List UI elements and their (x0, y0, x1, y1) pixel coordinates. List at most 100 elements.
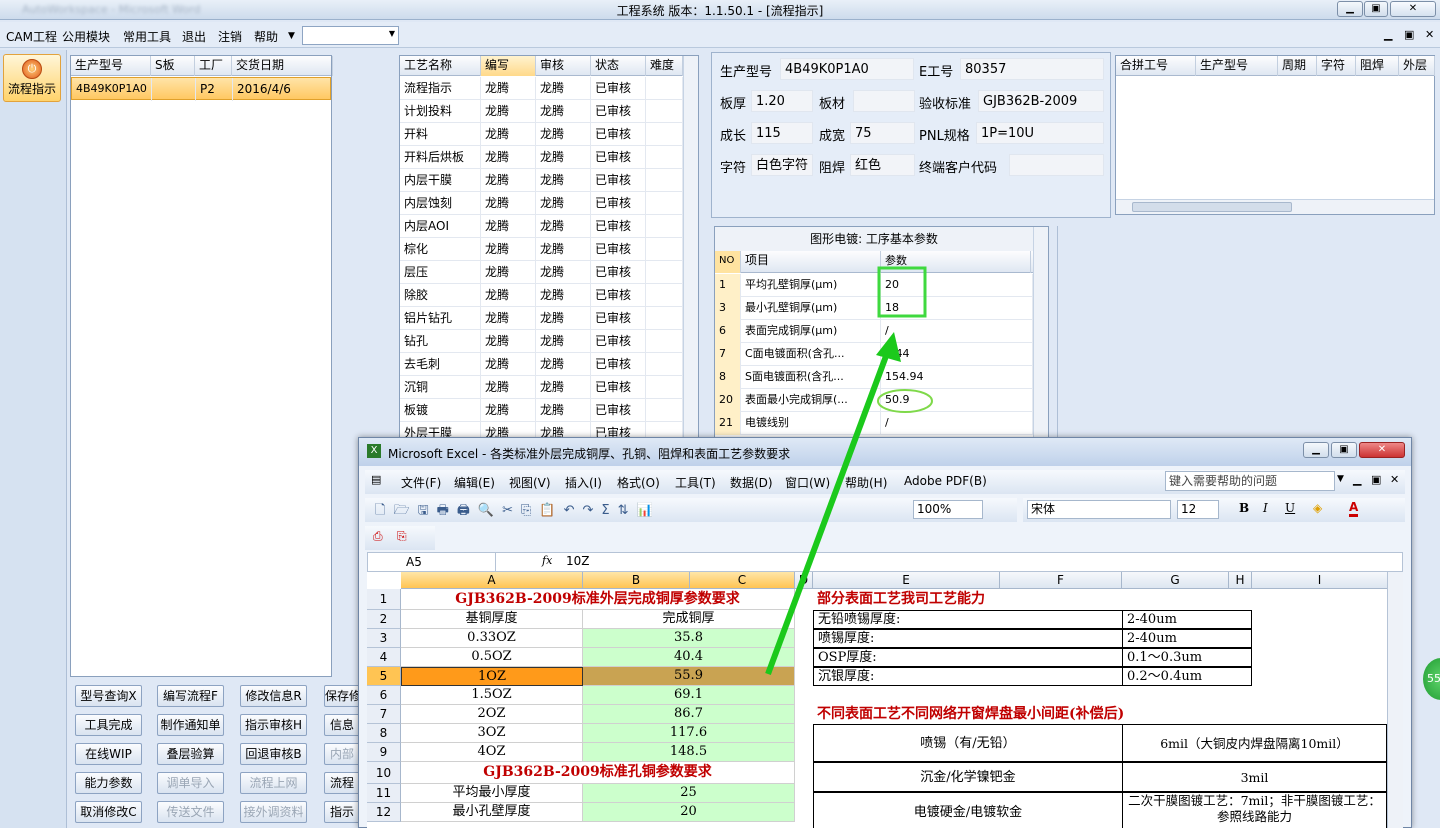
excel-menu-item[interactable]: 帮助(H) (845, 474, 887, 491)
row-header[interactable]: 9 (367, 743, 401, 762)
length-field[interactable]: 115 (751, 122, 813, 144)
close-button[interactable]: ✕ (1390, 1, 1436, 17)
table-row[interactable]: 内层AOI 龙腾 龙腾 已审核 (400, 215, 698, 238)
sheet-cell[interactable]: 3OZ (401, 724, 583, 743)
param-row[interactable]: 8 S面电镀面积(含孔... 154.94 (715, 366, 1033, 389)
underline-icon[interactable]: U (1285, 501, 1295, 515)
param-row[interactable]: 3 最小孔壁铜厚(μm) 18 (715, 297, 1033, 320)
action-button[interactable]: 指示 (324, 801, 360, 823)
sheet-title-right-2[interactable]: 不同表面工艺不同网络开窗焊盘最小间距(补偿后) (813, 705, 1373, 724)
action-button[interactable]: 工具完成 (75, 714, 142, 736)
pnl-field[interactable]: 1P=10U (976, 122, 1104, 144)
font-color-icon[interactable]: A (1349, 500, 1359, 517)
table-row[interactable]: 计划投料 龙腾 龙腾 已审核 (400, 100, 698, 123)
sheet-cell[interactable]: 6mil（大铜皮内焊盘隔离10mil） (1122, 724, 1387, 762)
col-header[interactable]: 编写 (481, 56, 536, 76)
sheet-cell[interactable]: 20 (583, 803, 795, 822)
column-header[interactable]: B (583, 572, 690, 589)
table-row[interactable]: 铝片钻孔 龙腾 龙腾 已审核 (400, 307, 698, 330)
excel-menu-item[interactable]: 插入(I) (565, 474, 602, 491)
col-header[interactable]: 工艺名称 (400, 56, 481, 76)
column-header[interactable]: D (795, 572, 813, 589)
excel-doc-icon[interactable]: ▤ (371, 473, 381, 486)
excel-menu-item[interactable]: 文件(F) (401, 474, 441, 491)
sheet-cell[interactable]: 25 (583, 784, 795, 803)
menu-public[interactable]: 公用模块 (62, 28, 110, 45)
sheet-cell[interactable]: 喷锡（有/无铅） (813, 724, 1123, 762)
mdi-minimize-icon[interactable]: ▁ (1384, 28, 1392, 41)
sheet-cell[interactable]: 二次干膜图镀工艺：7mil；非干膜图镀工艺：参照线路能力 (1122, 792, 1387, 828)
floating-badge[interactable]: 55 (1423, 658, 1440, 700)
sheet-title-left-2[interactable]: GJB362B-2009标准孔铜参数要求 (401, 762, 795, 784)
col-header[interactable]: 参数 (881, 251, 1031, 273)
col-header[interactable]: 阻焊 (1356, 56, 1399, 76)
column-header[interactable]: H (1229, 572, 1252, 589)
standard-field[interactable]: GJB362B-2009 (978, 90, 1104, 112)
table-row[interactable]: 去毛刺 龙腾 龙腾 已审核 (400, 353, 698, 376)
sheet-cell[interactable]: 69.1 (583, 686, 795, 705)
sheet-cell[interactable]: 2OZ (401, 705, 583, 724)
eno-field[interactable]: 80357 (960, 58, 1104, 80)
mdi-close-icon[interactable]: ✕ (1425, 28, 1434, 41)
sheet-cell[interactable]: 55.9 (583, 667, 795, 686)
col-header[interactable]: 生产型号 (1196, 56, 1278, 76)
action-button[interactable]: 信息 (324, 714, 360, 736)
sheet-cell[interactable]: 0.33OZ (401, 629, 583, 648)
maximize-button[interactable]: ▣ (1364, 1, 1388, 17)
table-row[interactable]: 钻孔 龙腾 龙腾 已审核 (400, 330, 698, 353)
chevron-down-icon[interactable]: ▼ (389, 29, 395, 38)
zoom-select[interactable]: 100% (913, 500, 983, 519)
help-search-input[interactable]: 键入需要帮助的问题 (1165, 471, 1335, 491)
col-header[interactable]: 难度 (646, 56, 683, 76)
italic-icon[interactable]: I (1263, 501, 1268, 515)
action-button[interactable]: 调单导入 (157, 772, 224, 794)
scroll-thumb[interactable] (1132, 202, 1292, 212)
pdf-mail-icon[interactable]: ⎘ (397, 529, 407, 544)
col-header[interactable]: 合拼工号 (1116, 56, 1196, 76)
pdf-icon[interactable]: ⎙ (373, 529, 383, 544)
doc-restore-icon[interactable]: ▣ (1371, 473, 1381, 486)
prod-model-field[interactable]: 4B49K0P1A0 (780, 58, 914, 80)
column-header[interactable]: I (1252, 572, 1388, 589)
char-field[interactable]: 白色字符 (751, 154, 813, 176)
sheet-cell[interactable]: OSP厚度: (813, 648, 1123, 667)
sheet-cell[interactable]: 1.5OZ (401, 686, 583, 705)
sheet-cell[interactable]: 电镀硬金/电镀软金 (813, 792, 1123, 828)
excel-menu-item[interactable]: 数据(D) (730, 474, 773, 491)
action-button[interactable]: 回退审核B (240, 743, 307, 765)
flow-indicator-button[interactable]: ⏻ 流程指示 (3, 54, 61, 102)
sheet-cell[interactable]: 平均最小厚度 (401, 784, 583, 803)
action-button[interactable]: 型号查询X (75, 685, 142, 707)
col-header[interactable]: 字符 (1317, 56, 1356, 76)
param-row[interactable]: 6 表面完成铜厚(μm) / (715, 320, 1033, 343)
row-header[interactable]: 5 (367, 667, 401, 686)
row-header[interactable]: 6 (367, 686, 401, 705)
font-select[interactable]: 宋体 (1027, 500, 1171, 519)
toolbar-icons[interactable]: 🗋🗁🖫🖶🖨🔍✂⎘📋↶↷Σ⇅📊 (375, 501, 661, 523)
menu-tools[interactable]: 常用工具 (123, 28, 171, 45)
action-button[interactable]: 流程上网 (240, 772, 307, 794)
excel-close-button[interactable]: ✕ (1359, 442, 1405, 458)
doc-minimize-icon[interactable]: ▁ (1353, 473, 1361, 486)
row-header[interactable]: 3 (367, 629, 401, 648)
row-header[interactable]: 1 (367, 589, 401, 610)
excel-menu-item[interactable]: 工具(T) (675, 474, 716, 491)
sheet-cell[interactable]: 0.1～0.3um (1122, 648, 1252, 667)
excel-maximize-button[interactable]: ▣ (1331, 442, 1357, 458)
column-header[interactable]: F (1000, 572, 1122, 589)
bold-icon[interactable]: B (1239, 501, 1249, 515)
table-row[interactable]: 内层干膜 龙腾 龙腾 已审核 (400, 169, 698, 192)
sheet-cell[interactable]: 3mil (1122, 762, 1387, 792)
header-base-copper[interactable]: 基铜厚度 (401, 610, 583, 629)
sheet-vscrollbar[interactable] (1387, 572, 1403, 828)
sheet-title-left[interactable]: GJB362B-2009标准外层完成铜厚参数要求 (401, 589, 795, 610)
doc-close-icon[interactable]: ✕ (1390, 473, 1399, 486)
customer-field[interactable] (1009, 154, 1104, 176)
table-row[interactable]: 板镀 龙腾 龙腾 已审核 (400, 399, 698, 422)
sheet-cell[interactable]: 沉银厚度: (813, 667, 1123, 686)
sheet-cell[interactable]: 2-40um (1122, 629, 1252, 648)
param-row[interactable]: 21 电镀线别 / (715, 412, 1033, 435)
formula-input[interactable]: 10Z (566, 554, 590, 568)
sheet-cell[interactable]: 148.5 (583, 743, 795, 762)
menu-combo[interactable]: ▼ (302, 26, 399, 45)
